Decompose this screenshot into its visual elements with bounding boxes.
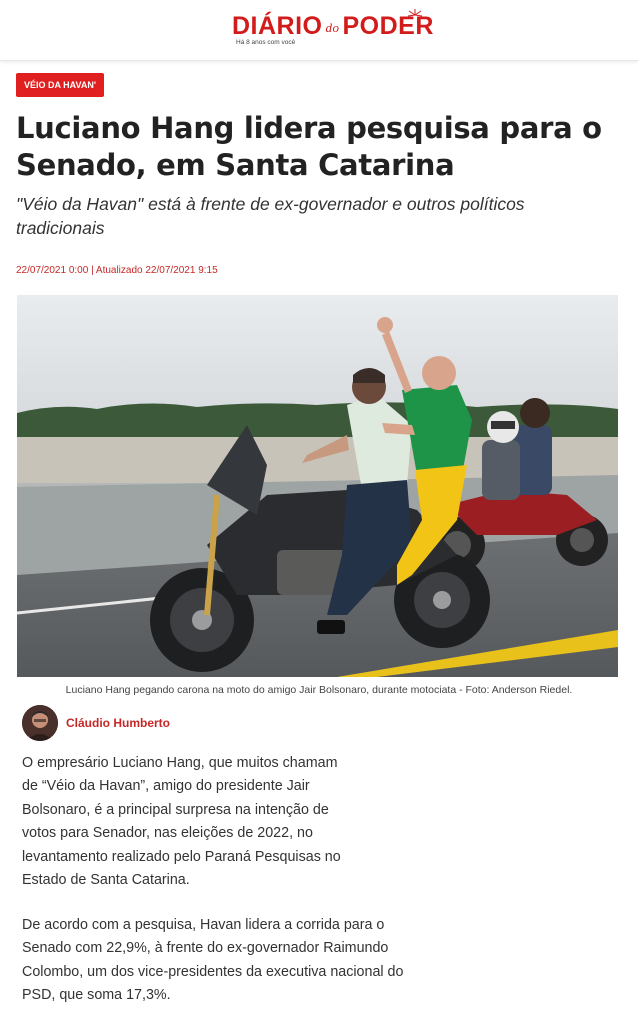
article-paragraph: De acordo com a pesquisa, Havan lidera a… bbox=[22, 917, 404, 1004]
motorcycle-photo-illustration bbox=[17, 295, 618, 677]
logo-tagline: Há 8 anos com você bbox=[236, 39, 296, 46]
fireworks-icon bbox=[407, 9, 423, 17]
category-tag[interactable]: VÉIO DA HAVAN' bbox=[16, 73, 104, 97]
author-name[interactable]: Cláudio Humberto bbox=[66, 716, 170, 730]
site-logo[interactable]: DIÁRIO do PODER Há 8 anos com você bbox=[232, 9, 433, 52]
logo-word-do: do bbox=[325, 20, 340, 35]
logo-word-diario: DIÁRIO bbox=[232, 12, 323, 40]
author-avatar-illustration bbox=[22, 705, 58, 741]
article-headline: Luciano Hang lidera pesquisa para o Sena… bbox=[16, 111, 602, 182]
article-dateline: 22/07/2021 0:00 | Atualizado 22/07/2021 … bbox=[16, 265, 218, 276]
article-photo[interactable] bbox=[17, 295, 618, 677]
article-subtitle: "Véio da Havan" está à frente de ex-gove… bbox=[16, 194, 525, 238]
site-header: DIÁRIO do PODER Há 8 anos com você bbox=[0, 0, 638, 61]
author-byline[interactable]: Cláudio Humberto bbox=[22, 705, 170, 741]
photo-caption: Luciano Hang pegando carona na moto do a… bbox=[65, 684, 573, 696]
article-paragraph: O empresário Luciano Hang, que muitos ch… bbox=[22, 755, 341, 889]
author-avatar[interactable] bbox=[22, 705, 58, 741]
